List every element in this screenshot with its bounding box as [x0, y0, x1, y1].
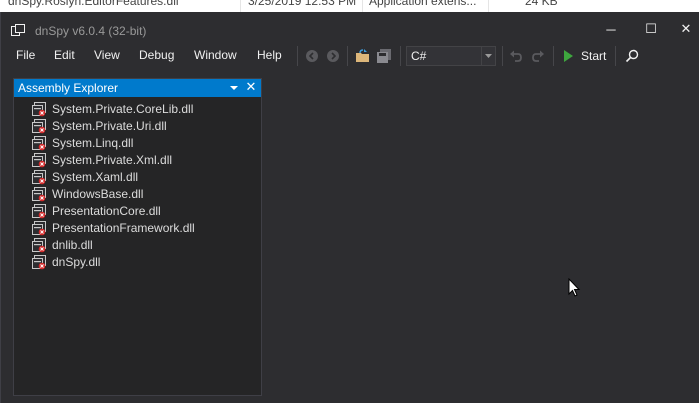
assembly-tree-item[interactable]: System.Private.CoreLib.dll	[14, 101, 261, 118]
assembly-tree-item[interactable]: System.Linq.dll	[14, 135, 261, 152]
background-column-separator	[362, 0, 363, 12]
forward-button[interactable]	[324, 47, 342, 65]
assembly-label: PresentationCore.dll	[52, 204, 161, 218]
toolbar-separator	[297, 46, 298, 66]
title-bar[interactable]: dnSpy v6.0.4 (32-bit) ─ ☐ ✕	[1, 12, 699, 42]
save-all-icon	[377, 49, 391, 63]
background-type: Application extens...	[369, 0, 477, 8]
assembly-label: PresentationFramework.dll	[52, 221, 195, 235]
menu-window[interactable]: Window	[194, 48, 237, 62]
background-file-row: dnSpy.Roslyn.EditorFeatures.dll 3/25/201…	[0, 0, 699, 12]
toolbar-separator	[553, 46, 554, 66]
assembly-label: System.Private.CoreLib.dll	[52, 102, 194, 116]
assembly-label: dnSpy.dll	[52, 255, 101, 269]
close-window-button[interactable]: ✕	[671, 18, 699, 40]
assembly-label: WindowsBase.dll	[52, 187, 144, 201]
play-icon	[564, 50, 573, 62]
assembly-label: System.Linq.dll	[52, 136, 134, 150]
assembly-tree-item[interactable]: dnlib.dll	[14, 237, 261, 254]
assembly-icon	[32, 221, 46, 236]
undo-button[interactable]	[507, 47, 525, 65]
assembly-icon	[32, 119, 46, 134]
assembly-label: System.Private.Xml.dll	[52, 153, 173, 167]
window-title: dnSpy v6.0.4 (32-bit)	[35, 24, 147, 38]
dnspy-app-icon[interactable]	[11, 24, 25, 36]
assembly-tree-item[interactable]: PresentationFramework.dll	[14, 220, 261, 237]
menu-help[interactable]: Help	[257, 48, 282, 62]
assembly-icon	[32, 153, 46, 168]
panel-dropdown-icon[interactable]	[228, 82, 240, 94]
menu-view[interactable]: View	[94, 48, 120, 62]
nav-back-icon	[306, 50, 318, 62]
chevron-down-icon[interactable]	[481, 47, 495, 65]
save-all-button[interactable]	[375, 47, 393, 65]
background-column-separator	[240, 0, 241, 12]
background-column-separator	[488, 0, 489, 12]
assembly-icon	[32, 187, 46, 202]
minimize-button[interactable]: ─	[596, 18, 626, 40]
assembly-icon	[32, 204, 46, 219]
language-select-value: C#	[411, 49, 427, 63]
toolbar-separator	[615, 46, 616, 66]
assembly-tree-item[interactable]: dnSpy.dll	[14, 254, 261, 271]
search-icon	[625, 49, 639, 63]
open-folder-icon	[356, 49, 369, 62]
background-filename: dnSpy.Roslyn.EditorFeatures.dll	[8, 0, 179, 8]
open-button[interactable]	[354, 47, 372, 65]
assembly-tree[interactable]: System.Private.CoreLib.dll System.Private…	[14, 101, 261, 271]
language-select[interactable]: C#	[406, 46, 496, 66]
assembly-tree-item[interactable]: System.Private.Uri.dll	[14, 118, 261, 135]
assembly-tree-item[interactable]: System.Xaml.dll	[14, 169, 261, 186]
nav-forward-icon	[327, 50, 339, 62]
undo-icon	[510, 50, 522, 62]
background-date: 3/25/2019 12:53 PM	[248, 0, 357, 8]
redo-icon	[532, 50, 544, 62]
dnspy-window: dnSpy v6.0.4 (32-bit) ─ ☐ ✕ File Edit Vi…	[0, 12, 699, 403]
menu-toolbar-bar: File Edit View Debug Window Help C# Star…	[1, 44, 699, 68]
toolbar-separator	[400, 46, 401, 66]
panel-close-icon[interactable]: ✕	[244, 80, 258, 94]
assembly-explorer-header[interactable]: Assembly Explorer ✕	[14, 79, 261, 97]
menu-edit[interactable]: Edit	[54, 48, 75, 62]
close-icon: ✕	[680, 21, 692, 36]
toolbar-separator	[502, 46, 503, 66]
assembly-tree-item[interactable]: WindowsBase.dll	[14, 186, 261, 203]
assembly-explorer-title: Assembly Explorer	[18, 81, 119, 95]
assembly-label: System.Xaml.dll	[52, 170, 139, 184]
assembly-explorer-panel: Assembly Explorer ✕ System.Private.CoreL…	[13, 78, 262, 396]
maximize-icon: ☐	[645, 21, 657, 36]
toolbar-separator	[347, 46, 348, 66]
mouse-cursor-icon	[568, 278, 581, 297]
back-button[interactable]	[303, 47, 321, 65]
assembly-label: System.Private.Uri.dll	[52, 119, 167, 133]
assembly-label: dnlib.dll	[52, 238, 93, 252]
assembly-icon	[32, 255, 46, 270]
start-button[interactable]	[559, 47, 577, 65]
assembly-icon	[32, 136, 46, 151]
assembly-tree-item[interactable]: System.Private.Xml.dll	[14, 152, 261, 169]
assembly-icon	[32, 238, 46, 253]
redo-button[interactable]	[529, 47, 547, 65]
maximize-button[interactable]: ☐	[636, 18, 666, 40]
search-button[interactable]	[623, 47, 641, 65]
menu-debug[interactable]: Debug	[139, 48, 174, 62]
assembly-icon	[32, 102, 46, 117]
assembly-icon	[32, 170, 46, 185]
minimize-icon: ─	[606, 21, 616, 37]
menu-file[interactable]: File	[16, 48, 35, 62]
assembly-tree-item[interactable]: PresentationCore.dll	[14, 203, 261, 220]
background-size: 24 KB	[525, 0, 558, 8]
start-button-label[interactable]: Start	[581, 49, 606, 63]
